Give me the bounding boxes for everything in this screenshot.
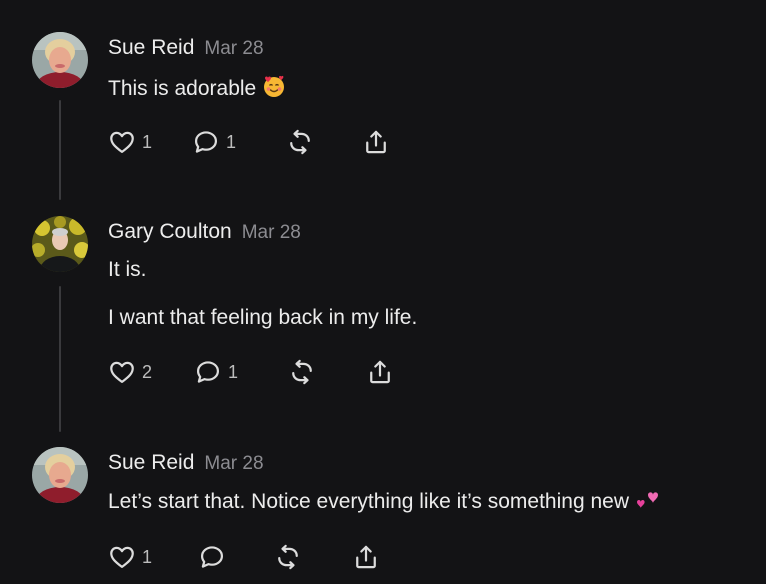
- share-button[interactable]: [362, 128, 390, 156]
- reply-button[interactable]: 1: [194, 358, 238, 386]
- post-date[interactable]: Mar 28: [242, 222, 301, 243]
- avatar-sue-reid-image: [32, 447, 88, 503]
- post-text: Let’s start that. Notice everything like…: [108, 489, 659, 517]
- comment-icon: [196, 361, 220, 383]
- avatar[interactable]: [32, 447, 88, 503]
- post-text-line: This is adorable: [108, 77, 257, 100]
- post-text-line: It is.: [108, 258, 147, 281]
- post-text-line: I want that feeling back in my life.: [108, 306, 418, 329]
- heart-icon: [110, 546, 134, 569]
- heart-icon: [110, 131, 134, 154]
- share-icon: [366, 130, 386, 154]
- repost-button[interactable]: [274, 543, 302, 571]
- like-count: 2: [142, 361, 153, 382]
- share-icon: [356, 545, 376, 569]
- smiling-face-with-hearts-icon: [262, 74, 286, 104]
- comment-icon: [200, 546, 224, 568]
- comment-icon: [194, 131, 218, 153]
- repost-icon: [290, 129, 310, 155]
- thread-line: [59, 100, 61, 200]
- heart-icon: [110, 361, 134, 384]
- avatar-gary-coulton-image: [32, 216, 88, 272]
- post-date[interactable]: Mar 28: [204, 453, 263, 474]
- like-count: 1: [142, 131, 153, 152]
- thread-line: [59, 286, 61, 432]
- post-date[interactable]: Mar 28: [204, 38, 263, 59]
- two-hearts-icon: [635, 489, 659, 517]
- avatar-sue-reid-image: [32, 32, 88, 88]
- share-icon: [370, 360, 390, 384]
- reply-count: 1: [228, 361, 239, 382]
- like-button[interactable]: 2: [108, 358, 152, 386]
- post-text-line: Let’s start that. Notice everything like…: [108, 490, 629, 513]
- repost-button[interactable]: [286, 128, 314, 156]
- like-button[interactable]: 1: [108, 128, 152, 156]
- like-button[interactable]: 1: [108, 543, 152, 571]
- like-count: 1: [142, 546, 153, 567]
- repost-button[interactable]: [288, 358, 316, 386]
- reply-button[interactable]: [198, 543, 232, 571]
- post-header: Sue Reid Mar 28: [108, 451, 264, 475]
- author-name[interactable]: Sue Reid: [108, 451, 194, 474]
- post-header: Sue Reid Mar 28: [108, 36, 264, 60]
- share-button[interactable]: [352, 543, 380, 571]
- reply-count: 1: [226, 131, 237, 152]
- post-text: This is adorable: [108, 74, 286, 104]
- avatar[interactable]: [32, 32, 88, 88]
- share-button[interactable]: [366, 358, 394, 386]
- repost-icon: [278, 544, 298, 570]
- author-name[interactable]: Gary Coulton: [108, 220, 232, 243]
- author-name[interactable]: Sue Reid: [108, 36, 194, 59]
- avatar[interactable]: [32, 216, 88, 272]
- post-header: Gary Coulton Mar 28: [108, 220, 301, 244]
- reply-button[interactable]: 1: [192, 128, 236, 156]
- repost-icon: [292, 359, 312, 385]
